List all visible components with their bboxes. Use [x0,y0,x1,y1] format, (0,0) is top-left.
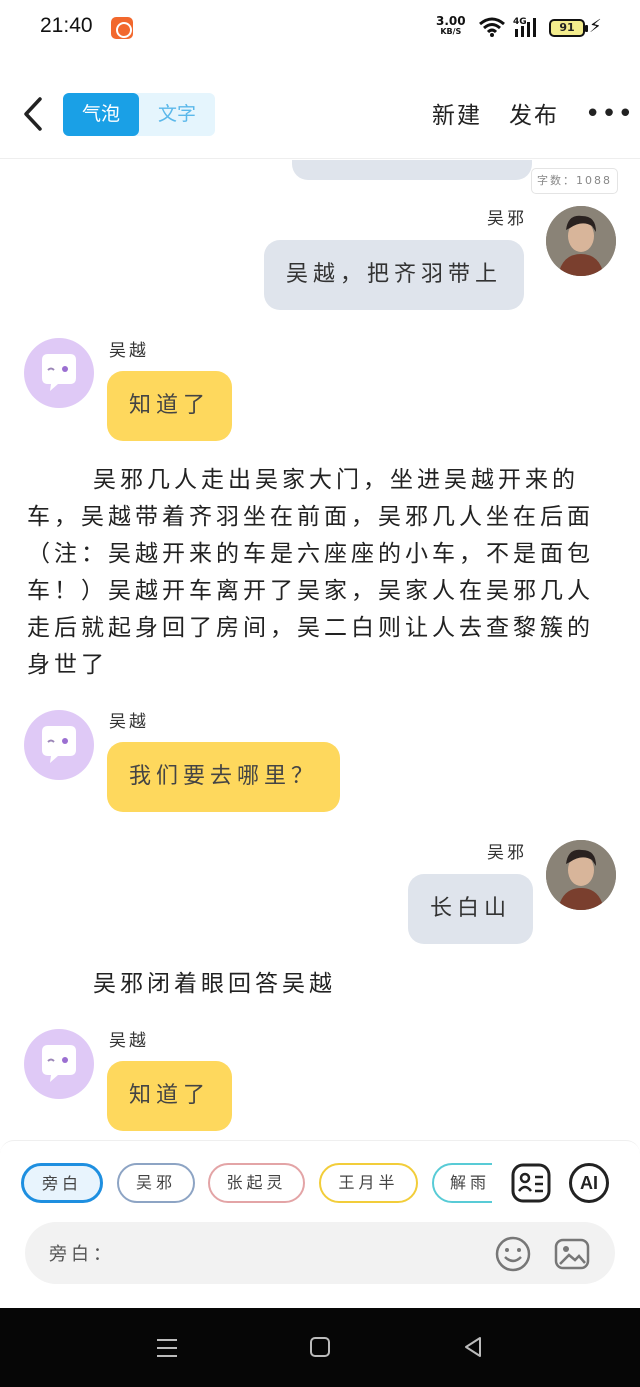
message-bubble[interactable]: 吴越，把齐羽带上 [264,240,525,310]
message-bubble[interactable]: 知道了 [107,371,233,441]
status-bar: 21:40 3.00 KB/S 4G 91 ⚡ [0,0,640,56]
chat-bot-icon [42,354,76,391]
image-icon[interactable] [554,1236,590,1272]
user-avatar-icon [546,206,616,276]
clock: 21:40 [40,14,93,37]
message-bubble[interactable]: 知道了 [107,1061,233,1131]
charging-icon: ⚡ [589,16,602,37]
tab-bubble[interactable]: 气泡 [63,93,139,136]
narration-text[interactable]: 吴邪几人走出吴家大门，坐进吴越开来的车，吴越带着齐羽坐在前面，吴邪几人坐在后面（… [27,462,613,684]
chat-bot-icon [42,726,76,763]
battery-indicator: 91 [549,19,588,37]
avatar[interactable] [546,840,616,910]
message-bubble[interactable]: 我们要去哪里？ [107,742,341,812]
top-nav: 气泡 文字 新建 发布 ••• [0,56,640,159]
character-chip[interactable]: 王月半 [319,1163,418,1203]
sender-name: 吴邪 [487,209,527,229]
network-speed-value: 3.00 [436,14,466,28]
sender-name: 吴邪 [487,843,527,863]
tab-text[interactable]: 文字 [139,93,215,136]
home-icon[interactable] [309,1336,331,1358]
avatar[interactable] [546,206,616,276]
back-triangle-icon[interactable] [462,1336,484,1358]
more-dots-icon[interactable]: ••• [585,101,634,127]
message-bubble-partial [292,160,532,180]
menu-icon[interactable] [155,1336,179,1360]
avatar[interactable] [24,338,94,408]
chat-area[interactable]: 字数：1088 吴邪 吴越，把齐羽带上 吴越 知道了 吴邪几人走出吴家大门，坐进… [0,160,640,1140]
chat-bot-icon [42,1045,76,1082]
user-avatar-icon [546,840,616,910]
app-notification-icon [111,17,133,39]
chevron-left-icon[interactable] [18,94,48,134]
sender-name: 吴越 [109,1031,149,1051]
chip-overflow: 解雨 [432,1163,492,1203]
emoji-icon[interactable] [495,1236,531,1272]
new-button[interactable]: 新建 [432,96,482,130]
sender-name: 吴越 [109,341,149,361]
network-speed-unit: KB/S [440,27,462,36]
network-type: 4G [513,17,527,27]
system-nav-bar [0,1308,640,1387]
character-chip[interactable]: 张起灵 [208,1163,305,1203]
character-chip[interactable]: 解雨 [432,1163,492,1203]
character-chip-narrator[interactable]: 旁白 [21,1163,103,1203]
text-input[interactable]: 旁白： [25,1222,615,1284]
mode-toggle: 气泡 文字 [63,93,215,136]
network-speed: 3.00 KB/S [436,14,466,38]
ai-icon[interactable]: AI [569,1163,609,1203]
sender-name: 吴越 [109,712,149,732]
wifi-icon [479,17,505,37]
word-count: 字数：1088 [531,168,618,194]
avatar[interactable] [24,1029,94,1099]
publish-button[interactable]: 发布 [509,96,559,130]
narration-text[interactable]: 吴邪闭着眼回答吴越 [27,966,613,1003]
message-bubble[interactable]: 长白山 [408,874,534,944]
signal-icon: 4G [513,17,536,37]
avatar[interactable] [24,710,94,780]
contact-card-icon[interactable] [511,1163,551,1203]
composer-panel: 旁白 吴邪 张起灵 王月半 解雨 AI 旁白： [0,1140,640,1308]
input-speaker-label: 旁白： [49,1244,115,1265]
character-chip[interactable]: 吴邪 [117,1163,195,1203]
